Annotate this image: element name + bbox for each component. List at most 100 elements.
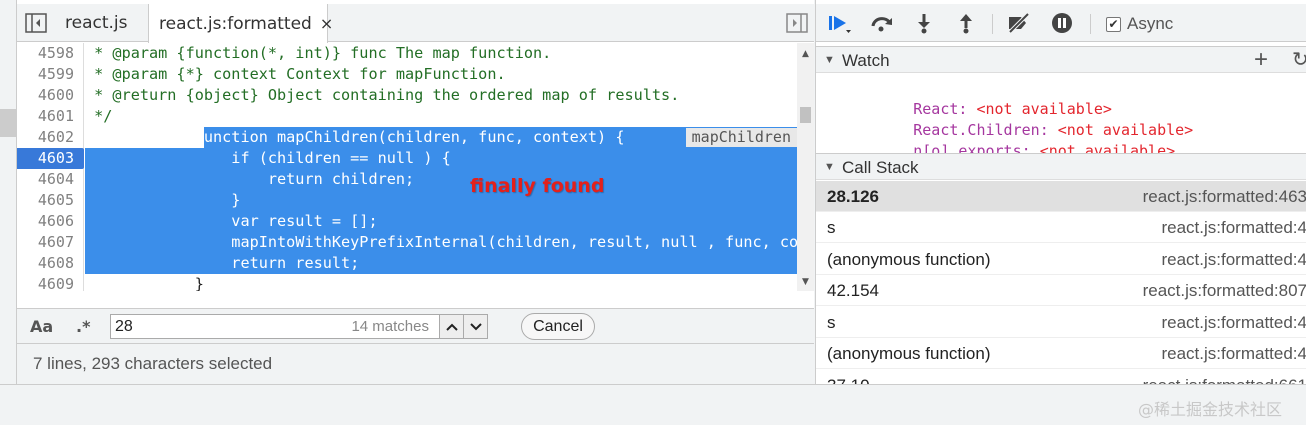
line-number[interactable]: 4604 [17, 169, 84, 190]
line-number[interactable]: 4599 [17, 64, 84, 85]
tab-react-js[interactable]: react.js [55, 4, 151, 42]
match-count: 14 matches [351, 318, 429, 335]
async-checkbox[interactable]: ✔ Async [1106, 14, 1173, 34]
match-case-toggle[interactable]: Aa [30, 317, 53, 336]
code-line: var result = []; [85, 212, 378, 230]
toolbar-separator [1090, 14, 1091, 34]
vertical-scrollbar[interactable]: ▲ ▼ [797, 43, 814, 291]
line-number[interactable]: 4608 [17, 253, 84, 274]
line-number[interactable]: 4607 [17, 232, 84, 253]
checkbox-checked-icon[interactable]: ✔ [1106, 16, 1121, 32]
call-frame-selected[interactable]: 28.126 react.js:formatted:463 [816, 181, 1306, 212]
code-line: } [85, 191, 241, 209]
chevron-down-icon [469, 322, 482, 330]
code-line: * @param {*} context Context for mapFunc… [85, 65, 506, 83]
selection-status-bar: 7 lines, 293 characters selected [17, 344, 814, 384]
debugger-sidebar: ✔ Async ▼ Watch + ↻ React: <not availabl… [815, 0, 1306, 384]
expand-triangle-icon[interactable]: ▼ [824, 54, 835, 66]
step-over-button[interactable] [869, 12, 895, 34]
search-bar: Aa .* 14 matches Cancel [17, 308, 814, 344]
line-number[interactable]: 4606 [17, 211, 84, 232]
code-line: } [85, 275, 204, 291]
code-line: mapIntoWithKeyPrefixInternal(children, r… [85, 233, 797, 251]
frame-location: react.js:formatted:463 [1142, 187, 1306, 206]
step-into-button[interactable] [911, 12, 937, 34]
call-frame[interactable]: 37.10 react.js:formatted:661 [816, 370, 1306, 384]
line-number[interactable]: 4602 [17, 127, 84, 148]
debugger-toolbar: ✔ Async [816, 4, 1306, 42]
frame-location: react.js:formatted:4 [1161, 250, 1306, 269]
watch-title: Watch [842, 51, 890, 70]
frame-location: react.js:formatted:807 [1142, 281, 1306, 300]
deactivate-breakpoints-icon [1008, 12, 1030, 34]
scrollbar-thumb[interactable] [800, 107, 811, 123]
frame-name: s [827, 313, 836, 332]
inline-function-hint: mapChildren [685, 128, 797, 147]
tab-label: react.js [65, 13, 128, 33]
line-number-gutter[interactable]: 4598 4599 4600 4601 4602 4603 4604 4605 … [17, 43, 84, 291]
scroll-down-icon[interactable]: ▼ [797, 275, 814, 289]
chevron-up-icon [445, 323, 458, 331]
watch-section-header[interactable]: ▼ Watch + ↻ [816, 46, 1306, 73]
code-line: * @return {object} Object containing the… [85, 86, 680, 104]
code-line: if (children == null ) { [85, 149, 451, 167]
call-frame[interactable]: (anonymous function) react.js:formatted:… [816, 244, 1306, 275]
line-number[interactable]: 4601 [17, 106, 84, 127]
line-number[interactable]: 4598 [17, 43, 84, 64]
line-number[interactable]: 4605 [17, 190, 84, 211]
watch-item[interactable]: React.Children: <not available> [841, 99, 1193, 139]
close-tab-icon[interactable]: × [320, 14, 333, 33]
call-stack-section-header[interactable]: ▼ Call Stack [816, 153, 1306, 180]
code-line: * @param {function(*, int)} func The map… [85, 44, 552, 62]
search-input[interactable] [115, 316, 335, 337]
step-over-icon [871, 17, 892, 32]
resume-button[interactable] [826, 12, 852, 34]
search-field: 14 matches [110, 314, 488, 339]
frame-location: react.js:formatted:661 [1116, 376, 1306, 384]
code-lines[interactable]: * @param {function(*, int)} func The map… [85, 43, 797, 291]
expand-triangle-icon[interactable]: ▼ [824, 161, 835, 173]
code-line: */ [85, 107, 113, 125]
debugger-toggle-icon[interactable] [786, 13, 808, 33]
frame-name: (anonymous function) [827, 250, 991, 269]
left-gutter [0, 0, 17, 384]
line-number[interactable]: 4609 [17, 274, 84, 291]
resume-icon [829, 16, 851, 33]
call-stack-title: Call Stack [842, 158, 919, 177]
frame-location: react.js:formatted:4 [1161, 313, 1306, 332]
frame-name: 28.126 [827, 187, 879, 206]
add-watch-icon[interactable]: + [1254, 47, 1268, 73]
call-frame[interactable]: 42.154 react.js:formatted:807 [816, 275, 1306, 306]
frame-name: 42.154 [827, 281, 879, 300]
frame-name: (anonymous function) [827, 344, 991, 363]
call-frame[interactable]: s react.js:formatted:4 [816, 212, 1306, 243]
cancel-search-button[interactable]: Cancel [521, 313, 595, 340]
frame-name: 37.10 [827, 376, 870, 384]
toolbar-separator [992, 14, 993, 34]
next-match-button[interactable] [463, 315, 487, 338]
breakpoint-line-number[interactable]: 4603 [17, 148, 84, 169]
editor-panel: react.js react.js:formatted × 4598 4599 … [17, 0, 814, 384]
pause-on-exceptions-button[interactable] [1049, 12, 1075, 34]
call-frame[interactable]: (anonymous function) react.js:formatted:… [816, 338, 1306, 369]
frame-location: react.js:formatted:4 [1161, 344, 1306, 363]
refresh-watch-icon[interactable]: ↻ [1292, 49, 1306, 71]
code-editor[interactable]: 4598 4599 4600 4601 4602 4603 4604 4605 … [17, 43, 814, 291]
watermark-text: @稀土掘金技术社区 [1138, 400, 1283, 419]
scroll-up-icon[interactable]: ▲ [797, 47, 814, 61]
line-number[interactable]: 4600 [17, 85, 84, 106]
code-line: return result; [85, 254, 360, 272]
devtools-sources-window: react.js react.js:formatted × 4598 4599 … [0, 0, 1306, 425]
watch-item[interactable]: n[o].exports: <not available> [841, 120, 1175, 160]
watch-item[interactable]: React: <not available> [841, 78, 1112, 118]
editor-tab-bar: react.js react.js:formatted × [17, 4, 814, 43]
call-frame[interactable]: s react.js:formatted:4 [816, 307, 1306, 338]
async-label: Async [1127, 14, 1174, 33]
tab-react-js-formatted[interactable]: react.js:formatted × [148, 4, 333, 43]
previous-match-button[interactable] [439, 315, 463, 338]
navigator-toggle-icon[interactable] [25, 13, 47, 33]
frame-name: s [827, 218, 836, 237]
deactivate-breakpoints-button[interactable] [1006, 12, 1032, 34]
step-out-button[interactable] [953, 12, 979, 34]
regex-toggle[interactable]: .* [76, 317, 90, 336]
